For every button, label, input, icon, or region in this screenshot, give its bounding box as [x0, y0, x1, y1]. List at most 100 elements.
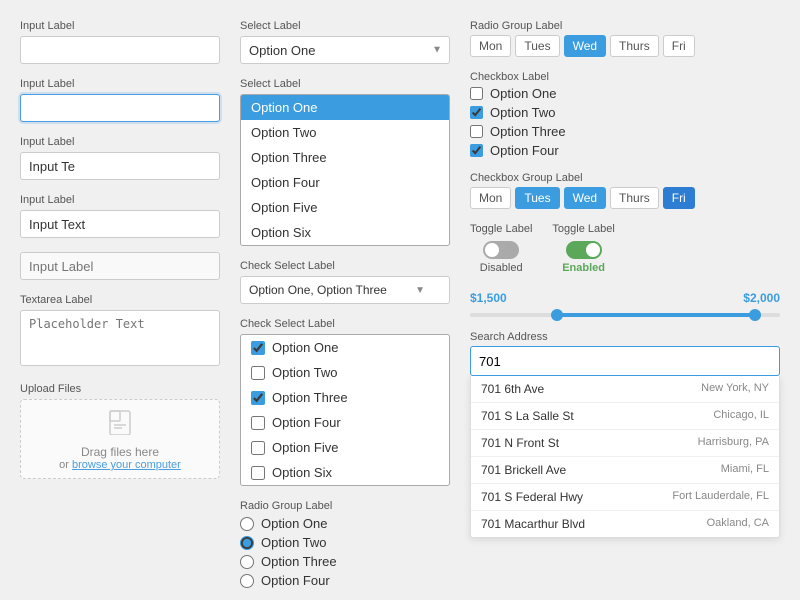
- dropdown-item-option-six[interactable]: Option Six: [241, 220, 449, 245]
- search-result-5[interactable]: 701 S Federal Hwy Fort Lauderdale, FL: [471, 484, 779, 511]
- dropdown-item-option-one[interactable]: Option One: [241, 95, 449, 120]
- input-field-1: Input Label: [20, 20, 220, 64]
- checkbox-group: Option One Option Two Option Three Optio…: [470, 86, 780, 158]
- search-result-6[interactable]: 701 Macarthur Blvd Oakland, CA: [471, 511, 779, 537]
- cb-input-option-one[interactable]: [470, 87, 483, 100]
- check-box-option-three[interactable]: [251, 391, 265, 405]
- cb-tag-wed[interactable]: Wed: [564, 187, 606, 209]
- search-input[interactable]: [470, 346, 780, 376]
- radio-input-option-four[interactable]: [240, 574, 254, 588]
- radio-group: Option One Option Two Option Three Optio…: [240, 516, 450, 588]
- select-field-1: Select Label Option One Option Two Optio…: [240, 20, 450, 64]
- toggle-enabled[interactable]: [566, 241, 602, 259]
- toggle-group: Toggle Label Disabled Toggle Label Enabl…: [470, 223, 780, 277]
- cb-input-option-three[interactable]: [470, 125, 483, 138]
- check-box-option-four[interactable]: [251, 416, 265, 430]
- toggle-enabled-wrap: Toggle Label Enabled: [552, 223, 614, 277]
- toggle-disabled[interactable]: [483, 241, 519, 259]
- input-label-3: Input Label: [20, 136, 220, 148]
- select-wrap-1: Option One Option Two Option Three Optio…: [240, 36, 450, 64]
- checkbox-tag-group-label: Checkbox Group Label: [470, 172, 780, 184]
- cb-input-option-four[interactable]: [470, 144, 483, 157]
- search-address-field: Search Address 701 6th Ave New York, NY …: [470, 331, 780, 538]
- input-5[interactable]: [20, 252, 220, 280]
- radio-group-label: Radio Group Label: [240, 500, 450, 512]
- radio-option-one[interactable]: Option One: [240, 516, 450, 531]
- cb-tag-tues[interactable]: Tues: [515, 187, 559, 209]
- checkbox-group-label: Checkbox Label: [470, 71, 780, 83]
- browse-link[interactable]: browse your computer: [72, 459, 181, 471]
- upload-dropzone[interactable]: Drag files here or browse your computer: [20, 399, 220, 479]
- radio-tag-group: Radio Group Label Mon Tues Wed Thurs Fri: [470, 20, 780, 57]
- check-select-input-1[interactable]: Option One, Option Three ▼: [240, 276, 450, 304]
- input-1[interactable]: [20, 36, 220, 64]
- search-result-2[interactable]: 701 S La Salle St Chicago, IL: [471, 403, 779, 430]
- input-field-3: Input Label: [20, 136, 220, 180]
- cb-tag-fri[interactable]: Fri: [663, 187, 695, 209]
- radio-option-three[interactable]: Option Three: [240, 554, 450, 569]
- check-item-option-two[interactable]: Option Two: [241, 360, 449, 385]
- dropdown-item-option-five[interactable]: Option Five: [241, 195, 449, 220]
- tag-tues[interactable]: Tues: [515, 35, 559, 57]
- radio-input-option-one[interactable]: [240, 517, 254, 531]
- radio-input-option-three[interactable]: [240, 555, 254, 569]
- input-4[interactable]: [20, 210, 220, 238]
- check-select-arrow-1: ▼: [415, 285, 425, 296]
- check-item-option-three[interactable]: Option Three: [241, 385, 449, 410]
- tag-thurs[interactable]: Thurs: [610, 35, 659, 57]
- cb-option-four[interactable]: Option Four: [470, 143, 780, 158]
- range-max-label: $2,000: [743, 291, 780, 305]
- input-2[interactable]: [20, 94, 220, 122]
- cb-input-option-two[interactable]: [470, 106, 483, 119]
- dropdown-item-option-two[interactable]: Option Two: [241, 120, 449, 145]
- check-item-option-four[interactable]: Option Four: [241, 410, 449, 435]
- check-box-option-six[interactable]: [251, 466, 265, 480]
- check-select-dropdown-2: Option One Option Two Option Three Optio…: [240, 334, 450, 486]
- upload-icon: [106, 407, 134, 441]
- tag-wed[interactable]: Wed: [564, 35, 606, 57]
- toggle-thumb-disabled: [485, 243, 499, 257]
- search-wrap: 701 6th Ave New York, NY 701 S La Salle …: [470, 346, 780, 538]
- range-track[interactable]: [470, 313, 780, 317]
- upload-field: Upload Files Drag files here or browse y…: [20, 383, 220, 479]
- range-fill: [557, 313, 755, 317]
- search-result-3[interactable]: 701 N Front St Harrisburg, PA: [471, 430, 779, 457]
- textarea-field: Textarea Label: [20, 294, 220, 369]
- radio-tag-buttons: Mon Tues Wed Thurs Fri: [470, 35, 780, 57]
- radio-option-four[interactable]: Option Four: [240, 573, 450, 588]
- input-3[interactable]: [20, 152, 220, 180]
- range-thumb-right[interactable]: [749, 309, 761, 321]
- dropdown-item-option-four[interactable]: Option Four: [241, 170, 449, 195]
- range-thumb-left[interactable]: [551, 309, 563, 321]
- upload-label: Upload Files: [20, 383, 220, 395]
- search-result-4[interactable]: 701 Brickell Ave Miami, FL: [471, 457, 779, 484]
- radio-option-two[interactable]: Option Two: [240, 535, 450, 550]
- search-dropdown: 701 6th Ave New York, NY 701 S La Salle …: [470, 376, 780, 538]
- radio-input-option-two[interactable]: [240, 536, 254, 550]
- textarea-label: Textarea Label: [20, 294, 220, 306]
- select-label-2: Select Label: [240, 78, 450, 90]
- select-input-1[interactable]: Option One Option Two Option Three Optio…: [240, 36, 450, 64]
- tag-mon[interactable]: Mon: [470, 35, 511, 57]
- cb-option-three[interactable]: Option Three: [470, 124, 780, 139]
- check-box-option-one[interactable]: [251, 341, 265, 355]
- dropdown-item-option-three[interactable]: Option Three: [241, 145, 449, 170]
- column-1: Input Label Input Label Input Label Inpu…: [20, 20, 220, 580]
- cb-option-one[interactable]: Option One: [470, 86, 780, 101]
- check-item-option-one[interactable]: Option One: [241, 335, 449, 360]
- toggle-row: Toggle Label Disabled Toggle Label Enabl…: [470, 223, 780, 277]
- toggle-label-enabled-bottom: Enabled: [562, 262, 605, 274]
- checkbox-group-field: Checkbox Label Option One Option Two Opt…: [470, 71, 780, 158]
- textarea-input[interactable]: [20, 310, 220, 366]
- check-box-option-two[interactable]: [251, 366, 265, 380]
- drag-text: Drag files here: [81, 445, 159, 459]
- tag-fri[interactable]: Fri: [663, 35, 695, 57]
- check-box-option-five[interactable]: [251, 441, 265, 455]
- check-item-option-six[interactable]: Option Six: [241, 460, 449, 485]
- search-result-1[interactable]: 701 6th Ave New York, NY: [471, 376, 779, 403]
- cb-tag-mon[interactable]: Mon: [470, 187, 511, 209]
- check-item-option-five[interactable]: Option Five: [241, 435, 449, 460]
- search-address-label: Search Address: [470, 331, 780, 343]
- cb-tag-thurs[interactable]: Thurs: [610, 187, 659, 209]
- cb-option-two[interactable]: Option Two: [470, 105, 780, 120]
